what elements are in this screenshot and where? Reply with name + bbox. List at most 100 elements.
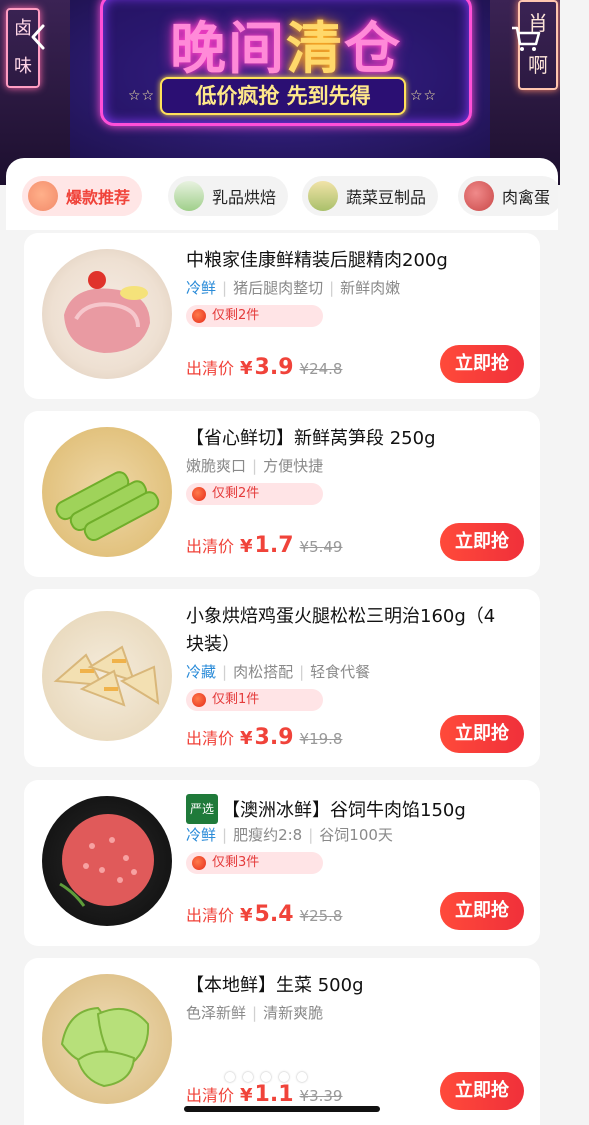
- original-price: ¥3.39: [299, 1087, 343, 1105]
- peach-icon: [28, 181, 58, 211]
- buy-now-button[interactable]: 立即抢: [440, 715, 524, 753]
- product-tags: 嫩脆爽口 | 方便快捷: [186, 457, 324, 475]
- price-line: 出清价 ¥3.9 ¥19.8: [186, 725, 342, 750]
- hero-subtitle: 低价疯抢 先到先得: [160, 77, 406, 115]
- dot-icon: [297, 1072, 307, 1082]
- price-value: ¥3.9: [240, 355, 294, 380]
- tag: 猪后腿肉整切: [233, 279, 324, 297]
- tag: 轻食代餐: [310, 663, 371, 681]
- tag: 谷饲100天: [319, 826, 393, 844]
- tag: 色泽新鲜: [186, 1004, 247, 1022]
- original-price: ¥5.49: [299, 538, 343, 556]
- price-line: 出清价 ¥1.1 ¥3.39: [186, 1082, 342, 1107]
- product-card[interactable]: 【省心鲜切】新鲜莴笋段 250g 嫩脆爽口 | 方便快捷 仅剩2件 出清价 ¥1.7 ¥…: [24, 411, 540, 577]
- price-line: 出清价 ¥5.4 ¥25.8: [186, 902, 342, 927]
- tag: 冷鲜: [186, 826, 217, 844]
- tab-label: 爆款推荐: [66, 188, 131, 207]
- tag: 清新爽脆: [263, 1004, 324, 1022]
- stock-badge: 仅剩2件: [186, 305, 323, 327]
- price-value: ¥5.4: [240, 902, 294, 927]
- tab-meat-eggs[interactable]: 肉禽蛋: [458, 176, 558, 216]
- tab-label: 乳品烘焙: [212, 188, 277, 207]
- product-image-lettuce-stem: [42, 427, 172, 557]
- price-label: 出清价: [186, 1086, 235, 1105]
- product-image-lettuce: [42, 974, 172, 1104]
- dot-icon: [279, 1072, 289, 1082]
- product-name-line2: 块装）: [186, 634, 240, 655]
- dot-icon: [243, 1072, 253, 1082]
- home-indicator[interactable]: [184, 1106, 380, 1112]
- hero-title-part2: 清: [286, 17, 344, 82]
- product-name: 小象烘焙鸡蛋火腿松松三明治160g（4 块装）: [186, 603, 526, 659]
- cart-icon[interactable]: [510, 24, 542, 54]
- hero-title: 晚间清仓: [100, 4, 472, 85]
- price-value: ¥1.7: [240, 533, 294, 558]
- fire-icon: [192, 309, 206, 323]
- fire-icon: [192, 856, 206, 870]
- price-label: 出清价: [186, 729, 235, 748]
- tag: 冷藏: [186, 663, 217, 681]
- carousel-dots: [225, 1072, 307, 1082]
- stock-text: 仅剩2件: [212, 486, 260, 501]
- product-image-sandwich: [42, 611, 172, 741]
- tag: 肥瘦约2:8: [233, 826, 303, 844]
- milk-icon: [174, 181, 204, 211]
- hero-title-part1: 晚间: [170, 17, 286, 82]
- tab-label: 肉禽蛋: [502, 188, 551, 207]
- product-tags: 冷鲜 | 猪后腿肉整切 | 新鲜肉嫩: [186, 279, 401, 297]
- product-name: 【本地鲜】生菜 500g: [186, 975, 364, 996]
- product-tags: 冷鲜 | 肥瘦约2:8 | 谷饲100天: [186, 826, 393, 844]
- hero-title-part3: 仓: [344, 17, 402, 82]
- price-line: 出清价 ¥1.7 ¥5.49: [186, 533, 342, 558]
- stock-badge: 仅剩3件: [186, 852, 323, 874]
- stock-text: 仅剩3件: [212, 855, 260, 870]
- vegetable-icon: [308, 181, 338, 211]
- tab-vegetables-tofu[interactable]: 蔬菜豆制品: [302, 176, 439, 216]
- fire-icon: [192, 693, 206, 707]
- stock-badge: 仅剩1件: [186, 689, 323, 711]
- product-card[interactable]: 小象烘焙鸡蛋火腿松松三明治160g（4 块装） 冷藏 | 肉松搭配 | 轻食代餐 仅剩1…: [24, 589, 540, 767]
- stock-text: 仅剩1件: [212, 692, 260, 707]
- product-card[interactable]: 严选 【澳洲冰鲜】谷饲牛肉馅150g 冷鲜 | 肥瘦约2:8 | 谷饲100天 仅剩3件 …: [24, 780, 540, 946]
- tag: 嫩脆爽口: [186, 457, 247, 475]
- product-card[interactable]: 【本地鲜】生菜 500g 色泽新鲜 | 清新爽脆 出清价 ¥1.1 ¥3.39 立即抢: [24, 958, 540, 1125]
- buy-now-button[interactable]: 立即抢: [440, 345, 524, 383]
- product-name-text: 【澳洲冰鲜】谷饲牛肉馅150g: [222, 800, 466, 821]
- meat-icon: [464, 181, 494, 211]
- price-value: ¥3.9: [240, 725, 294, 750]
- product-image-pork: [42, 249, 172, 379]
- tag: 方便快捷: [263, 457, 324, 475]
- tab-dairy-bakery[interactable]: 乳品烘焙: [168, 176, 289, 216]
- product-tags: 色泽新鲜 | 清新爽脆: [186, 1004, 324, 1022]
- original-price: ¥19.8: [299, 730, 343, 748]
- buy-now-button[interactable]: 立即抢: [440, 1072, 524, 1110]
- stars-right-icon: ☆☆: [410, 88, 438, 104]
- original-price: ¥25.8: [299, 907, 343, 925]
- price-label: 出清价: [186, 906, 235, 925]
- fire-icon: [192, 487, 206, 501]
- dot-icon: [225, 1072, 235, 1082]
- product-name-line1: 小象烘焙鸡蛋火腿松松三明治160g（4: [186, 606, 496, 627]
- product-image-beef: [42, 796, 172, 926]
- tag: 新鲜肉嫩: [340, 279, 401, 297]
- tag: 冷鲜: [186, 279, 217, 297]
- stock-text: 仅剩2件: [212, 308, 260, 323]
- product-name: 严选 【澳洲冰鲜】谷饲牛肉馅150g: [186, 794, 526, 825]
- original-price: ¥24.8: [299, 360, 343, 378]
- yanxuan-badge: 严选: [186, 794, 219, 824]
- tab-label: 蔬菜豆制品: [346, 188, 427, 207]
- stock-badge: 仅剩2件: [186, 483, 323, 505]
- tab-hot-picks[interactable]: 爆款推荐: [22, 176, 143, 216]
- dot-icon: [261, 1072, 271, 1082]
- product-name: 【省心鲜切】新鲜莴笋段 250g: [186, 428, 436, 449]
- price-label: 出清价: [186, 537, 235, 556]
- tag: 肉松搭配: [233, 663, 294, 681]
- back-icon[interactable]: [26, 22, 52, 52]
- buy-now-button[interactable]: 立即抢: [440, 892, 524, 930]
- buy-now-button[interactable]: 立即抢: [440, 523, 524, 561]
- price-value: ¥1.1: [240, 1082, 294, 1107]
- product-card[interactable]: 中粮家佳康鲜精装后腿精肉200g 冷鲜 | 猪后腿肉整切 | 新鲜肉嫩 仅剩2件 出清价…: [24, 233, 540, 399]
- price-label: 出清价: [186, 359, 235, 378]
- price-line: 出清价 ¥3.9 ¥24.8: [186, 355, 342, 380]
- product-name: 中粮家佳康鲜精装后腿精肉200g: [186, 250, 448, 271]
